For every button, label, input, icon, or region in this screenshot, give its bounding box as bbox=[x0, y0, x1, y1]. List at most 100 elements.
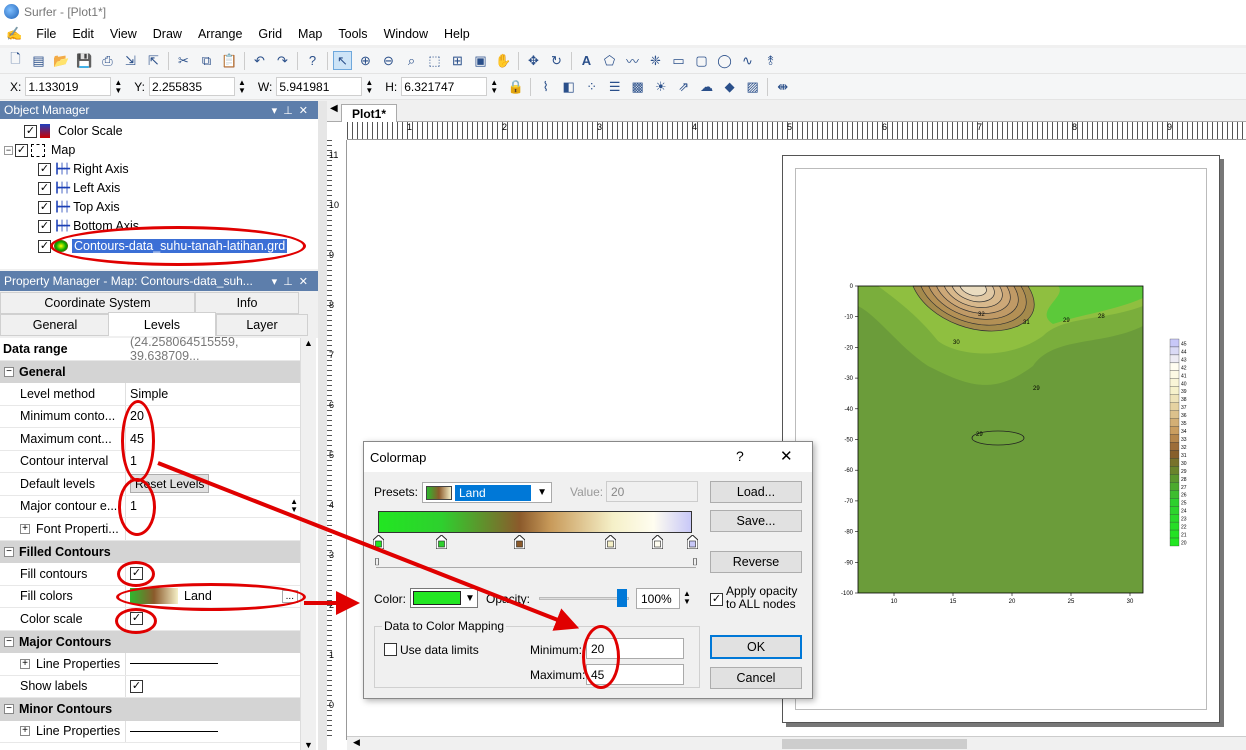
reverse-button[interactable]: Reverse bbox=[710, 551, 802, 573]
menu-grid[interactable]: Grid bbox=[250, 27, 290, 41]
font-properties-row[interactable]: + Font Properti... bbox=[0, 518, 126, 540]
opacity-slider-thumb[interactable] bbox=[617, 589, 627, 607]
tree-item-top-axis[interactable]: ✓ ┣┿┿ Top Axis bbox=[38, 198, 120, 216]
dialog-close-button[interactable]: ✕ bbox=[780, 447, 793, 465]
horizontal-scrollbar[interactable]: ◀ bbox=[347, 736, 1246, 750]
redo-icon[interactable]: ↷ bbox=[273, 51, 292, 70]
menu-file[interactable]: File bbox=[28, 27, 64, 41]
print-icon[interactable]: ⎙ bbox=[98, 51, 117, 70]
tab-levels[interactable]: Levels bbox=[108, 312, 216, 336]
contour-map[interactable]: 32 31 30 29 28 29 29 0 -10 -20 -30 -40 -50 -60 -70 -80 -… bbox=[783, 156, 1221, 724]
zoom-in-icon[interactable]: ⊕ bbox=[356, 51, 375, 70]
color-relief-icon[interactable]: ◧ bbox=[559, 77, 578, 96]
undo-icon[interactable]: ↶ bbox=[250, 51, 269, 70]
checkbox-icon[interactable]: ✓ bbox=[38, 200, 51, 214]
rounded-rect-icon[interactable]: ▢ bbox=[692, 51, 711, 70]
expand-icon[interactable]: + bbox=[20, 726, 30, 737]
post-map-icon[interactable]: ⁘ bbox=[582, 77, 601, 96]
opacity-slider[interactable] bbox=[539, 597, 629, 600]
pan-icon[interactable]: ✋ bbox=[494, 51, 513, 70]
colormap-node[interactable] bbox=[604, 534, 617, 550]
new-icon[interactable]: 🗋 bbox=[6, 51, 25, 70]
ellipse-icon[interactable]: ◯ bbox=[715, 51, 734, 70]
load-button[interactable]: Load... bbox=[710, 481, 802, 503]
shaded-relief-icon[interactable]: ☀ bbox=[651, 77, 670, 96]
export-icon[interactable]: ⇱ bbox=[144, 51, 163, 70]
section-filled-contours[interactable]: − Filled Contours bbox=[0, 540, 300, 563]
menu-window[interactable]: Window bbox=[376, 27, 436, 41]
y-input[interactable] bbox=[148, 77, 235, 96]
polygon-icon[interactable]: ⬠ bbox=[600, 51, 619, 70]
panel-controls-icon[interactable]: ▾⊥✕ bbox=[272, 104, 314, 117]
help-pointer-icon[interactable]: ? bbox=[303, 51, 322, 70]
rotate-icon[interactable]: ↻ bbox=[547, 51, 566, 70]
property-scrollbar[interactable]: ▲ ▼ bbox=[300, 338, 316, 750]
wireframe-icon[interactable]: ◆ bbox=[720, 77, 739, 96]
opacity-spinner-icon[interactable]: ▲ ▼ bbox=[683, 590, 691, 606]
w-spinner-icon[interactable]: ▲ ▼ bbox=[365, 78, 373, 95]
ok-button[interactable]: OK bbox=[710, 635, 802, 659]
select-icon[interactable]: ↖ bbox=[333, 51, 352, 70]
colormap-node[interactable] bbox=[435, 534, 448, 550]
minor-line-properties-row[interactable]: + Line Properties bbox=[0, 720, 126, 742]
menu-tools[interactable]: Tools bbox=[330, 27, 375, 41]
menu-map[interactable]: Map bbox=[290, 27, 330, 41]
colormap-node[interactable] bbox=[651, 534, 664, 550]
opacity-field[interactable]: 100% bbox=[636, 588, 680, 609]
zoom-page-icon[interactable]: ▣ bbox=[471, 51, 490, 70]
h-input[interactable] bbox=[401, 77, 488, 96]
tab-layer[interactable]: Layer bbox=[216, 314, 308, 336]
menu-draw[interactable]: Draw bbox=[145, 27, 190, 41]
major-line-properties-row[interactable]: + Line Properties bbox=[0, 653, 126, 675]
tab-general[interactable]: General bbox=[0, 314, 110, 336]
import-icon[interactable]: ⇲ bbox=[121, 51, 140, 70]
cancel-button[interactable]: Cancel bbox=[710, 667, 802, 689]
w-input[interactable] bbox=[276, 77, 363, 96]
x-input[interactable] bbox=[25, 77, 112, 96]
tab-info[interactable]: Info bbox=[195, 292, 299, 314]
tab-plot1[interactable]: Plot1* bbox=[341, 104, 398, 122]
show-labels-checkbox[interactable]: ✓ bbox=[130, 679, 143, 693]
presets-dropdown[interactable]: Land ▼ bbox=[422, 482, 552, 503]
open-icon[interactable]: 📂 bbox=[52, 51, 71, 70]
base-map-icon[interactable]: ▨ bbox=[743, 77, 762, 96]
new-plot-icon[interactable]: ▤ bbox=[29, 51, 48, 70]
vector-map-icon[interactable]: ⇗ bbox=[674, 77, 693, 96]
collapse-icon[interactable]: − bbox=[4, 145, 13, 155]
rectangle-icon[interactable]: ▭ bbox=[669, 51, 688, 70]
splitter[interactable] bbox=[318, 101, 327, 750]
image-map-icon[interactable]: ▩ bbox=[628, 77, 647, 96]
reshape-icon[interactable]: ⥉ bbox=[761, 51, 780, 70]
h-spinner-icon[interactable]: ▲ ▼ bbox=[490, 78, 498, 95]
cut-icon[interactable]: ✂ bbox=[174, 51, 193, 70]
use-data-limits-checkbox[interactable] bbox=[384, 643, 397, 656]
copy-icon[interactable]: ⧉ bbox=[197, 51, 216, 70]
classed-post-icon[interactable]: ☰ bbox=[605, 77, 624, 96]
zoom-fit-icon[interactable]: ⊞ bbox=[448, 51, 467, 70]
expand-icon[interactable]: + bbox=[20, 658, 30, 669]
expand-icon[interactable]: + bbox=[20, 523, 30, 534]
tree-item-right-axis[interactable]: ✓ ┣┿┿ Right Axis bbox=[38, 160, 129, 178]
section-minor-contours[interactable]: − Minor Contours bbox=[0, 698, 300, 721]
checkbox-icon[interactable]: ✓ bbox=[38, 162, 51, 176]
zoom-out-icon[interactable]: ⊖ bbox=[379, 51, 398, 70]
section-major-contours[interactable]: − Major Contours bbox=[0, 630, 300, 653]
checkbox-icon[interactable]: ✓ bbox=[15, 143, 28, 157]
spline-icon[interactable]: ∿ bbox=[738, 51, 757, 70]
section-general[interactable]: − General bbox=[0, 360, 300, 383]
x-spinner-icon[interactable]: ▲ ▼ bbox=[114, 78, 122, 95]
apply-opacity-checkbox[interactable]: ✓ bbox=[710, 593, 723, 606]
chevron-down-icon[interactable]: ▼ bbox=[537, 487, 547, 498]
colormap-node[interactable] bbox=[513, 534, 526, 550]
level-method-value[interactable]: Simple bbox=[126, 383, 300, 405]
menu-help[interactable]: Help bbox=[436, 27, 478, 41]
major-every-spinner-icon[interactable]: ▲ ▼ bbox=[290, 498, 298, 514]
menu-pin-icon[interactable]: ✍ bbox=[6, 26, 22, 42]
surface-icon[interactable]: ☁ bbox=[697, 77, 716, 96]
tree-item-color-scale[interactable]: ✓ Color Scale bbox=[24, 122, 123, 140]
menu-edit[interactable]: Edit bbox=[64, 27, 102, 41]
tab-coordinate-system[interactable]: Coordinate System bbox=[0, 292, 195, 314]
node-slider[interactable]: ⌷ ⌷ bbox=[374, 557, 698, 568]
polyline-icon[interactable]: 〰 bbox=[623, 51, 642, 70]
tree-item-left-axis[interactable]: ✓ ┣┿┿ Left Axis bbox=[38, 179, 120, 197]
